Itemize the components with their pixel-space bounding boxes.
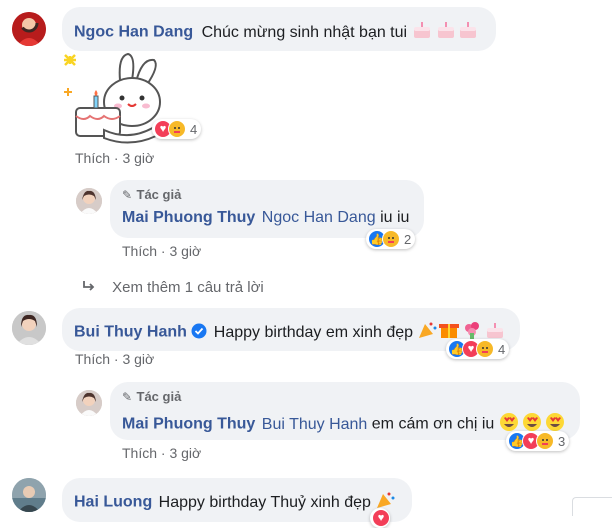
reply-arrow-icon [82,279,96,296]
reaction-summary[interactable]: ♥ 4 [152,119,202,139]
care-icon [536,432,554,450]
commenter-name[interactable]: Ngoc Han Dang [74,24,193,41]
cake-emoji [412,20,478,45]
view-more-label: Xem thêm 1 câu trả lời [112,279,264,296]
comment-time[interactable]: 3 giờ [169,243,201,259]
comment-text: Chúc mừng sinh nhật bạn tui [201,23,408,41]
reaction-count: 4 [498,341,506,357]
avatar[interactable] [12,12,46,46]
author-pencil-icon: ✎ [122,390,133,404]
commenter-name[interactable]: Mai Phuong Thuy [122,416,255,433]
avatar[interactable] [76,188,102,214]
comment-text: em cám ơn chị iu [371,415,495,433]
avatar[interactable] [76,390,102,416]
scroll-panel-edge[interactable] [572,497,612,516]
like-link[interactable]: Thích [75,150,110,166]
reaction-summary[interactable]: 👍 2 [366,229,416,249]
care-icon [168,120,186,138]
birthday-bunny-sticker[interactable] [60,50,164,146]
reaction-count: 3 [558,433,566,449]
comment-text: Happy birthday Thuỷ xinh đẹp [158,493,371,511]
author-badge: Tác giả [136,187,182,202]
commenter-name[interactable]: Bui Thuy Hanh [74,324,187,341]
love-icon: ♥ [372,509,390,527]
author-pencil-icon: ✎ [122,188,133,202]
reaction-summary[interactable]: 👍 ♥ 4 [446,339,510,359]
verified-badge-icon [191,323,207,344]
reaction-count: 2 [404,231,412,247]
comment-text: iu iu [380,209,410,226]
care-icon [382,230,400,248]
commenter-name[interactable]: Mai Phuong Thuy [122,209,255,226]
comment-time[interactable]: 3 giờ [122,351,154,367]
commenter-name[interactable]: Hai Luong [74,494,152,511]
comment-time[interactable]: 3 giờ [169,445,201,461]
tagged-user[interactable]: Ngoc Han Dang [262,209,376,226]
reaction-count: 4 [190,121,198,137]
like-link[interactable]: Thích [122,445,157,461]
reaction-summary[interactable]: ♥ [370,508,390,528]
comment-time[interactable]: 3 giờ [122,150,154,166]
reaction-summary[interactable]: 👍 ♥ 3 [506,431,570,451]
care-icon [476,340,494,358]
like-link[interactable]: Thích [75,351,110,367]
view-more-replies[interactable]: Xem thêm 1 câu trả lời [82,279,264,296]
comment-text: Happy birthday em xinh đẹp [213,323,414,341]
tagged-user[interactable]: Bui Thuy Hanh [262,416,368,433]
author-badge: Tác giả [136,389,182,404]
avatar[interactable] [12,311,46,345]
avatar[interactable] [12,478,46,512]
like-link[interactable]: Thích [122,243,157,259]
